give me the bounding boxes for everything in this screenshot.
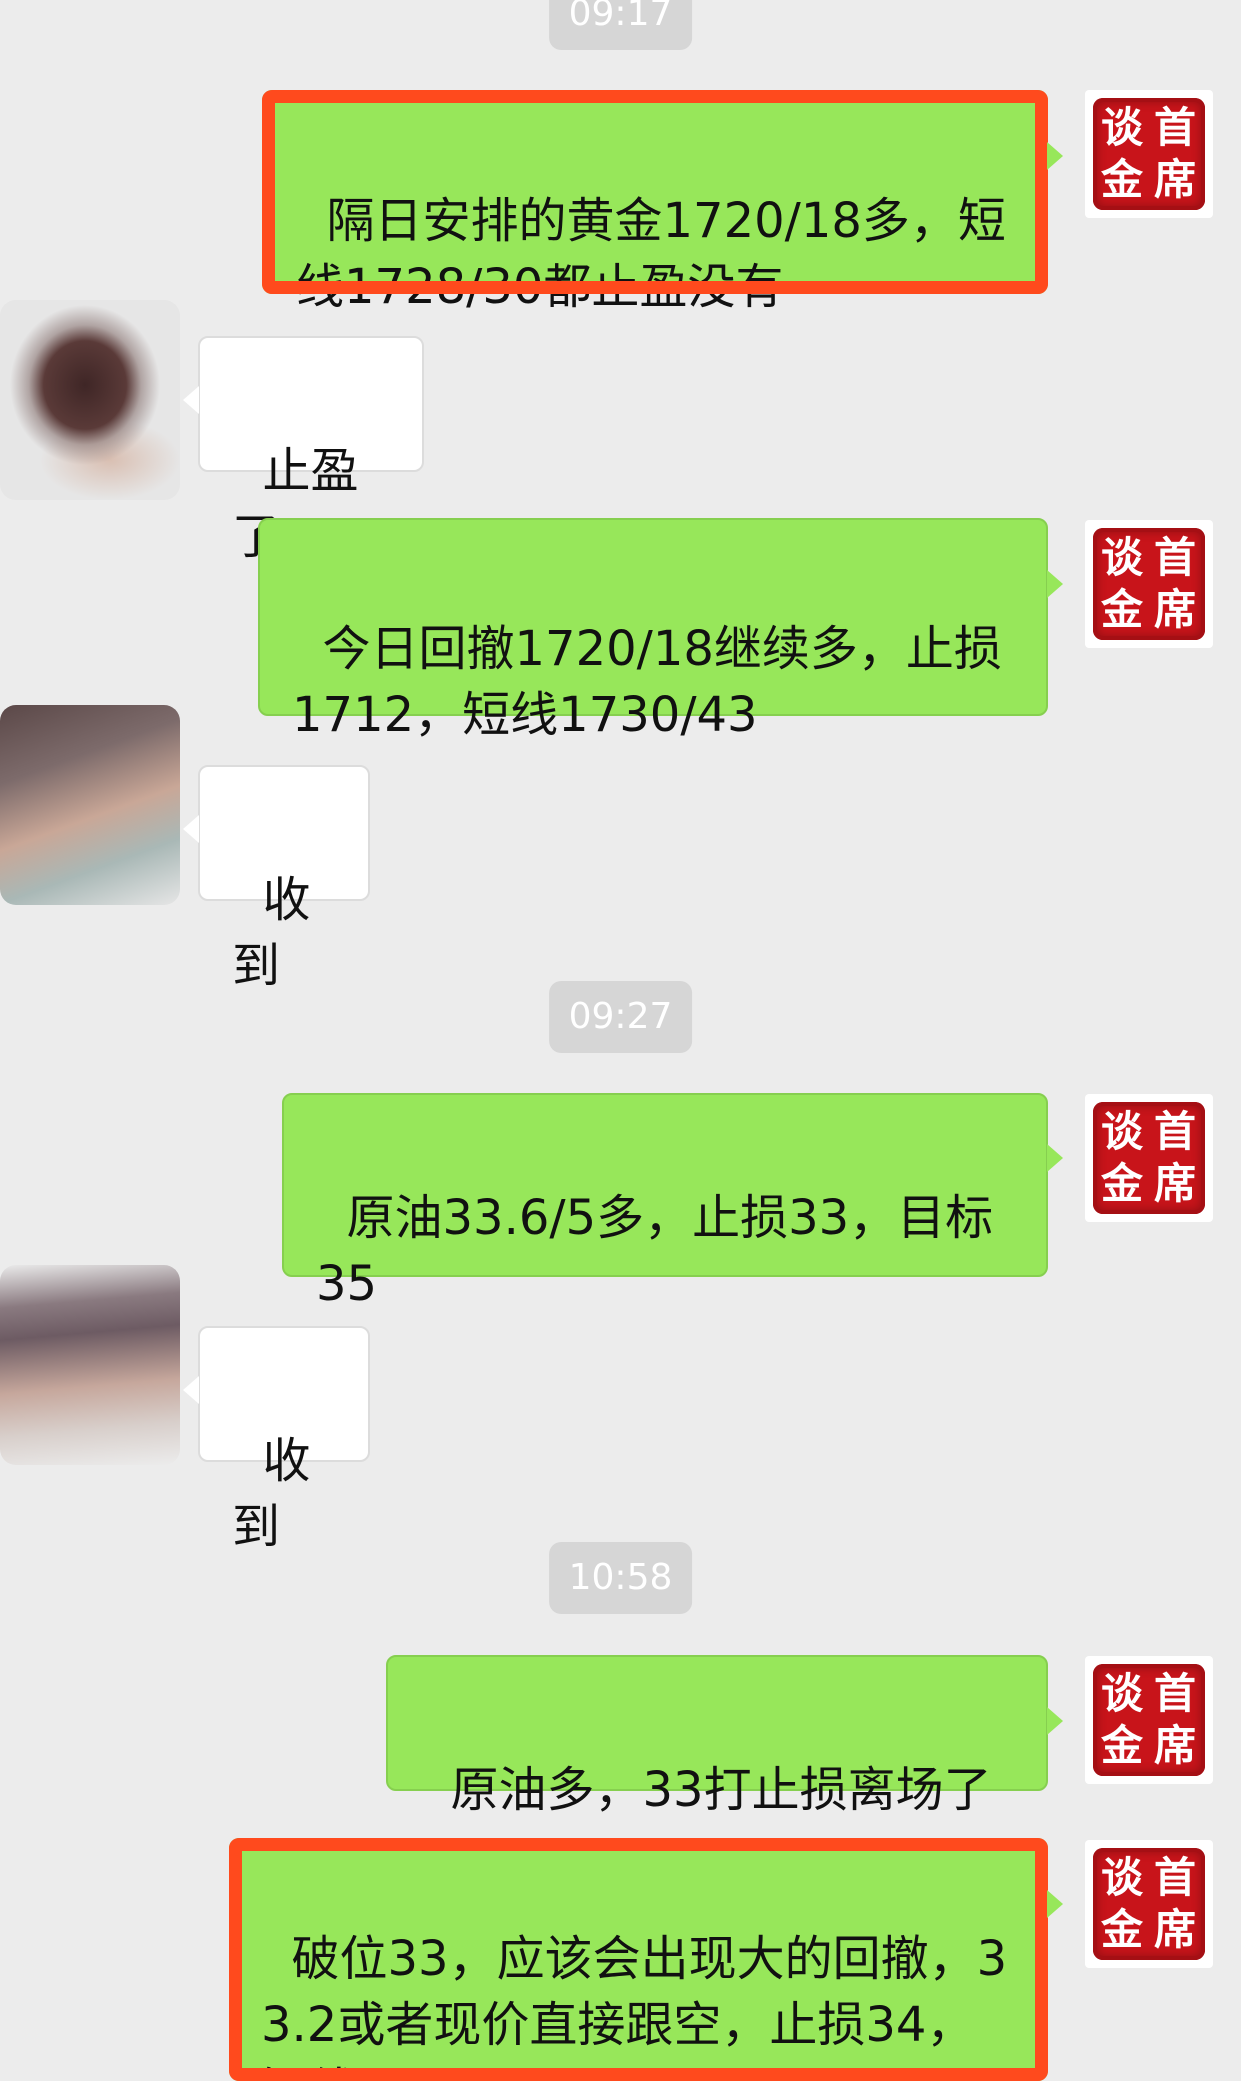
seal-char: 金 [1100, 1159, 1143, 1208]
seal-char: 首 [1153, 1107, 1196, 1156]
red-seal-avatar-icon: 谈 首 金 席 [1093, 1664, 1205, 1776]
outgoing-message-bubble[interactable]: 原油33.6/5多，止损33，目标35 [282, 1093, 1048, 1312]
outgoing-message-bubble[interactable]: 今日回撤1720/18继续多，止损1712，短线1730/43 [258, 518, 1048, 743]
red-seal-avatar-icon: 谈 首 金 席 [1093, 528, 1205, 640]
seal-char: 席 [1153, 1159, 1196, 1208]
seal-char: 首 [1153, 1853, 1196, 1902]
sender-avatar[interactable]: 谈 首 金 席 [1085, 1094, 1213, 1222]
incoming-message-bubble[interactable]: 收到 [198, 1326, 370, 1555]
message-text: 今日回撤1720/18继续多，止损1712，短线1730/43 [292, 621, 1002, 743]
outgoing-message-bubble[interactable]: 原油多，33打止损离场了 [386, 1655, 1048, 1818]
incoming-message-bubble[interactable]: 止盈了 [198, 336, 424, 565]
message-text: 隔日安排的黄金1720/18多，短线1728/30都止盈没有 [296, 193, 1006, 315]
sender-avatar[interactable]: 谈 首 金 席 [1085, 520, 1213, 648]
seal-char: 谈 [1100, 103, 1143, 152]
contact-avatar[interactable] [0, 705, 180, 905]
seal-char: 金 [1100, 155, 1143, 204]
message-text: 收到 [232, 872, 311, 994]
bubble-tail [1047, 142, 1063, 170]
red-seal-avatar-icon: 谈 首 金 席 [1093, 1102, 1205, 1214]
seal-char: 金 [1100, 1905, 1143, 1954]
sender-avatar[interactable]: 谈 首 金 席 [1085, 1840, 1213, 1968]
seal-char: 首 [1153, 1669, 1196, 1718]
sender-avatar[interactable]: 谈 首 金 席 [1085, 90, 1213, 218]
seal-char: 席 [1153, 585, 1196, 634]
seal-char: 金 [1100, 1721, 1143, 1770]
seal-char: 谈 [1100, 533, 1143, 582]
bubble-tail [183, 815, 199, 843]
red-seal-avatar-icon: 谈 首 金 席 [1093, 98, 1205, 210]
seal-char: 首 [1153, 103, 1196, 152]
contact-avatar[interactable] [0, 300, 180, 500]
seal-char: 谈 [1100, 1853, 1143, 1902]
bubble-tail [1047, 1144, 1063, 1172]
sender-avatar[interactable]: 谈 首 金 席 [1085, 1656, 1213, 1784]
bubble-tail [1047, 1890, 1063, 1918]
timestamp-0917: 09:17 [548, 0, 693, 50]
seal-char: 谈 [1100, 1669, 1143, 1718]
message-text: 原油多，33打止损离场了 [450, 1762, 992, 1818]
seal-char: 金 [1100, 585, 1143, 634]
message-text: 破位33，应该会出现大的回撤，33.2或者现价直接跟空，止损34，短线31.2 [261, 1931, 1008, 2081]
message-text: 原油33.6/5多，止损33，目标35 [316, 1190, 994, 1312]
bubble-tail [183, 1376, 199, 1404]
bubble-tail [1047, 570, 1063, 598]
seal-char: 谈 [1100, 1107, 1143, 1156]
seal-char: 席 [1153, 155, 1196, 204]
bubble-tail [183, 386, 199, 414]
outgoing-message-bubble[interactable]: 破位33，应该会出现大的回撤，33.2或者现价直接跟空，止损34，短线31.2 [229, 1838, 1048, 2081]
seal-char: 首 [1153, 533, 1196, 582]
seal-char: 席 [1153, 1905, 1196, 1954]
timestamp-0927: 09:27 [548, 981, 693, 1053]
message-text: 收到 [232, 1433, 311, 1555]
contact-avatar[interactable] [0, 1265, 180, 1465]
outgoing-message-bubble[interactable]: 隔日安排的黄金1720/18多，短线1728/30都止盈没有 [262, 90, 1048, 315]
red-seal-avatar-icon: 谈 首 金 席 [1093, 1848, 1205, 1960]
timestamp-1058: 10:58 [548, 1542, 693, 1614]
incoming-message-bubble[interactable]: 收到 [198, 765, 370, 994]
seal-char: 席 [1153, 1721, 1196, 1770]
bubble-tail [1047, 1707, 1063, 1735]
